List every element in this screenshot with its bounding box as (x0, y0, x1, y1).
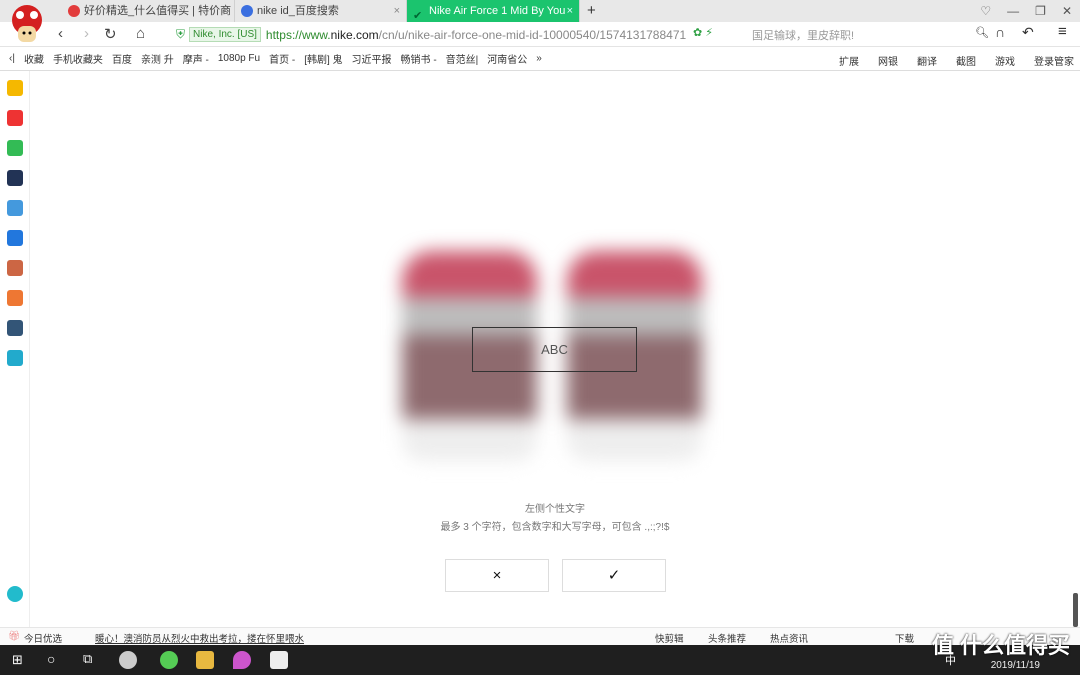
url-domain: nike.com (330, 27, 379, 42)
p-app-icon[interactable] (7, 350, 23, 366)
bookmark-item[interactable]: 摩声 - (183, 51, 209, 66)
game-icon[interactable] (7, 320, 23, 336)
favorites-icon[interactable] (7, 80, 23, 96)
baidu-icon (241, 5, 253, 17)
close-icon[interactable]: × (394, 0, 400, 22)
app-icon[interactable] (119, 651, 137, 669)
search-icon[interactable]: ○ (47, 651, 55, 667)
bookmark-item[interactable]: 畅销书 - (401, 51, 437, 66)
scrollbar[interactable] (1073, 593, 1078, 627)
search-input[interactable]: 国足输球，里皮辞职! (752, 27, 854, 43)
tab-label: Nike Air Force 1 Mid By You (429, 5, 566, 17)
bookmarks-bar: ‹| 收藏 手机收藏夹 百度 亲测 升 摩声 - 1080p Fu 首页 - [… (0, 47, 1080, 71)
bookmark-item[interactable]: 百度 (112, 51, 132, 66)
cert-badge[interactable]: Nike, Inc. [US] (189, 27, 261, 42)
taskbar: ⊞ ○ ⧉ 中 2019/11/19 (0, 645, 1080, 675)
tab-bar: 好价精选_什么值得买 | 特价商品× nike id_百度搜索 × ✔ Nike A… (0, 0, 1080, 42)
status-bar: 🎁︎ 今日优选 暖心！澳消防员从烈火中救出考拉，搂在怀里喂水 快剪辑 头条推荐 … (0, 627, 1080, 645)
download-link[interactable]: 下载 (895, 631, 914, 645)
new-tab-button[interactable]: + (587, 2, 596, 19)
hot-news-link[interactable]: 热点资讯 (770, 631, 808, 645)
field-hint: 最多 3 个字符，包含数字和大写字母，可包含 .,:;?!$ (440, 522, 670, 533)
back-button[interactable]: ‹ (58, 25, 63, 42)
bookmark-item[interactable]: 河南省公 (487, 51, 527, 66)
gift-icon: 🎁︎ (8, 631, 21, 642)
menu-icon[interactable]: ≡ (1058, 23, 1067, 40)
nike-swoosh-icon: ✔ (413, 10, 423, 22)
close-icon: × (492, 567, 502, 584)
task-view-icon[interactable]: ⧉ (83, 651, 92, 667)
game-icon[interactable] (7, 290, 23, 306)
text-input[interactable]: ABC (472, 327, 637, 372)
home-button[interactable]: ⌂ (136, 25, 145, 42)
check-icon: ✓ (607, 567, 621, 584)
photos-icon[interactable] (270, 651, 288, 669)
sidebar (0, 71, 30, 627)
paint-icon[interactable] (233, 651, 251, 669)
close-icon[interactable]: × (567, 0, 573, 22)
tab-baidu[interactable]: nike id_百度搜索 × (235, 0, 407, 22)
url-field[interactable]: ⛨ Nike, Inc. [US] https://www. nike.com/c… (176, 25, 686, 44)
skin-icon[interactable]: ♡ (980, 4, 991, 18)
add-icon[interactable] (7, 586, 23, 602)
watermark: 值 什么值得买 (931, 633, 1070, 658)
windows-start-icon[interactable]: ⊞ (12, 652, 23, 668)
forward-button[interactable]: › (84, 25, 89, 42)
collapse-icon[interactable]: ‹| (9, 53, 15, 64)
smzdm-icon (68, 5, 80, 17)
screenshot-button[interactable]: 截图 (956, 53, 976, 68)
customizer-panel: ABC 左侧个性文字 最多 3 个字符，包含数字和大写字母，可包含 .,:;?!… (30, 71, 1080, 627)
minimize-button[interactable]: — (1007, 4, 1019, 18)
close-window-button[interactable]: ✕ (1062, 4, 1072, 18)
file-explorer-icon[interactable] (196, 651, 214, 669)
shield-icon: ⛨ (176, 27, 186, 41)
confirm-button[interactable]: ✓ (562, 559, 666, 592)
url-scheme: https://www. (265, 27, 331, 42)
tab-label: nike id_百度搜索 (257, 5, 339, 17)
browser-taskbar-icon[interactable] (160, 651, 178, 669)
game-icon[interactable] (7, 260, 23, 276)
app-icon[interactable] (7, 170, 23, 186)
undo-icon[interactable]: ↶ (1022, 24, 1034, 41)
tab-nike[interactable]: ✔ Nike Air Force 1 Mid By You × (407, 0, 580, 22)
reload-button[interactable]: ↻ (104, 25, 117, 43)
cancel-button[interactable]: × (445, 559, 549, 592)
bookmark-item[interactable]: 习近平报 (352, 51, 392, 66)
bookmark-item[interactable]: 收藏 (24, 51, 44, 66)
bookmark-item[interactable]: [韩剧] 鬼 (304, 51, 342, 66)
address-bar-row: ‹ › ↻ ⌂ ⛨ Nike, Inc. [US] https://www. ni… (0, 22, 1080, 47)
tab-smzdm[interactable]: 好价精选_什么值得买 | 特价商品× (62, 0, 235, 39)
compat-icon[interactable]: ✿ ⚡ (693, 26, 713, 39)
bookmark-item[interactable]: 音范丝| (446, 51, 479, 66)
maximize-button[interactable]: ❐ (1035, 4, 1046, 18)
chat-icon[interactable] (7, 230, 23, 246)
headphones-icon[interactable]: ∩ (995, 24, 1005, 40)
close-icon[interactable]: × (222, 0, 228, 22)
clock[interactable]: 2019/11/19 (991, 660, 1040, 671)
weibo-icon[interactable] (7, 110, 23, 126)
field-label: 左侧个性文字 (525, 504, 585, 515)
bookmark-item[interactable]: 亲测 升 (141, 51, 174, 66)
more-bookmarks-button[interactable]: » (536, 53, 542, 64)
translate-button[interactable]: 翻译 (917, 53, 937, 68)
login-manager-button[interactable]: 登录管家 (1034, 53, 1074, 68)
browser-logo-icon (8, 4, 46, 44)
clip-link[interactable]: 快剪辑 (655, 631, 684, 645)
bank-button[interactable]: 网银 (878, 53, 898, 68)
mail-icon[interactable] (7, 140, 23, 156)
url-path: /cn/u/nike-air-force-one-mid-id-10000540… (378, 27, 687, 42)
bookmark-item[interactable]: 手机收藏夹 (53, 51, 103, 66)
doc-icon[interactable] (7, 200, 23, 216)
daily-picks-link[interactable]: 今日优选 (24, 631, 62, 645)
search-icon[interactable]: 🔍︎ (975, 26, 989, 39)
headlines-link[interactable]: 头条推荐 (708, 631, 746, 645)
news-link[interactable]: 暖心！澳消防员从烈火中救出考拉，搂在怀里喂水 (95, 631, 304, 645)
bookmark-item[interactable]: 1080p Fu (218, 53, 260, 64)
bookmark-item[interactable]: 首页 - (269, 51, 295, 66)
games-button[interactable]: 游戏 (995, 53, 1015, 68)
extensions-button[interactable]: 扩展 (839, 53, 859, 68)
